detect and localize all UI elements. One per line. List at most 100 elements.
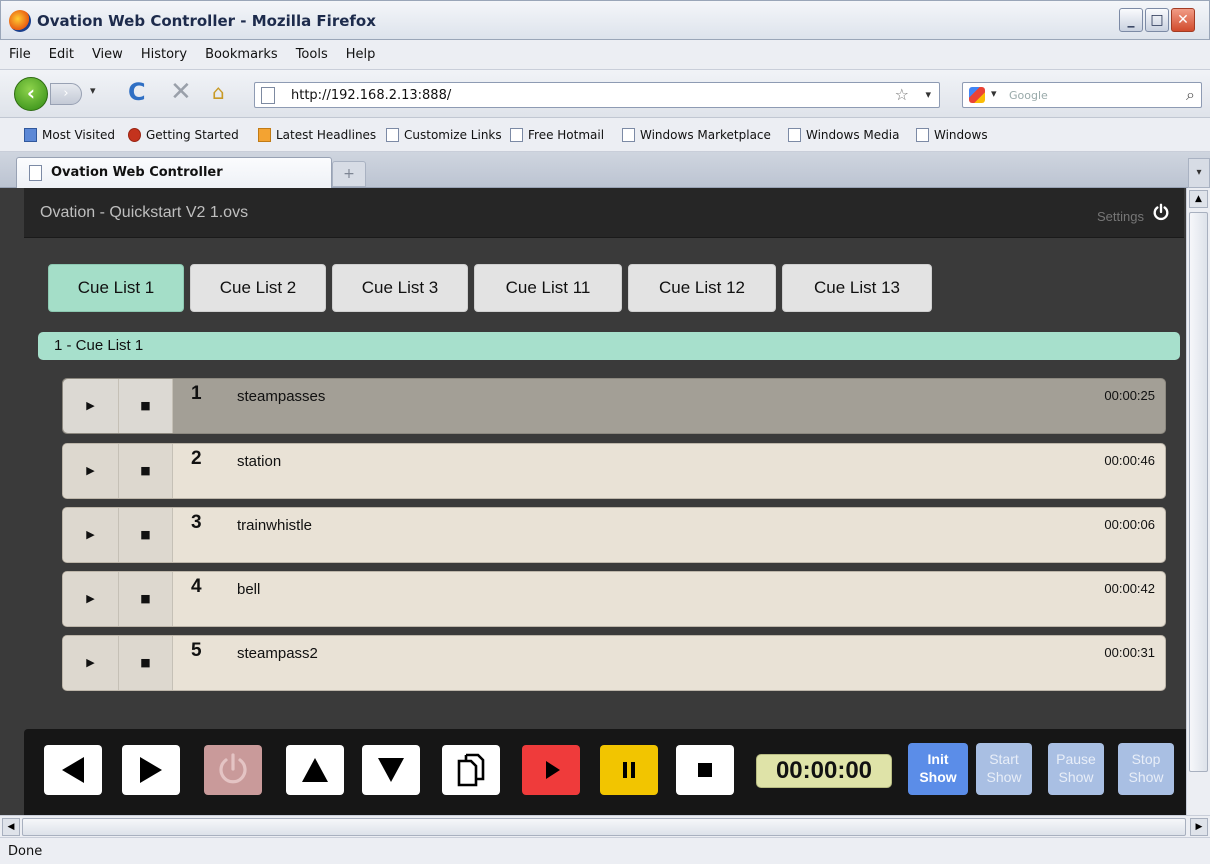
cue-duration: 00:00:06 <box>1104 517 1155 532</box>
cue-row[interactable]: ▶ ■ 3 trainwhistle 00:00:06 <box>62 507 1166 563</box>
cue-play-button[interactable]: ▶ <box>63 572 119 626</box>
vertical-scroll-thumb[interactable] <box>1189 212 1208 772</box>
init-show-button[interactable]: Init Show <box>908 743 968 795</box>
tab-cue-list-1[interactable]: Cue List 1 <box>48 264 184 312</box>
home-button[interactable]: ⌂ <box>212 80 225 104</box>
scroll-up-icon[interactable]: ▲ <box>1189 190 1208 208</box>
previous-cue-list-button[interactable] <box>44 745 102 795</box>
tab-bar: Ovation Web Controller + ▾ <box>0 152 1210 188</box>
cue-stop-button[interactable]: ■ <box>119 508 173 562</box>
search-engine-dropdown-icon[interactable]: ▾ <box>991 87 997 100</box>
bookmark-customize-links[interactable]: Customize Links <box>386 128 502 142</box>
cue-stop-button[interactable]: ■ <box>119 444 173 498</box>
cue-stop-button[interactable]: ■ <box>119 379 173 433</box>
power-icon[interactable] <box>1152 203 1170 221</box>
cue-number: 5 <box>191 640 202 661</box>
url-text[interactable]: http://192.168.2.13:888/ <box>291 88 451 103</box>
show-title: Ovation - Quickstart V2 1.ovs <box>40 204 249 221</box>
bookmarks-bar: Most Visited Getting Started Latest Head… <box>0 118 1210 152</box>
page-icon <box>261 87 275 104</box>
tab-list-dropdown-icon[interactable]: ▾ <box>1188 158 1210 188</box>
tab-cue-list-12[interactable]: Cue List 12 <box>628 264 776 312</box>
close-button[interactable]: ✕ <box>1171 8 1195 32</box>
menu-history[interactable]: History <box>132 40 196 62</box>
pause-show-button[interactable]: Pause Show <box>1048 743 1104 795</box>
maximize-button[interactable]: □ <box>1145 8 1169 32</box>
search-icon[interactable]: ⌕ <box>1186 85 1195 105</box>
menu-help[interactable]: Help <box>337 40 385 62</box>
menu-view[interactable]: View <box>83 40 132 62</box>
app-header: Ovation - Quickstart V2 1.ovs Settings <box>24 188 1184 238</box>
cue-name: station <box>237 453 282 470</box>
bookmark-windows-marketplace[interactable]: Windows Marketplace <box>622 128 771 142</box>
timer-display: 00:00:00 <box>756 754 892 788</box>
search-placeholder[interactable]: Google <box>1009 89 1048 102</box>
page-icon <box>622 128 635 142</box>
menu-file[interactable]: File <box>0 40 40 62</box>
next-cue-list-button[interactable] <box>122 745 180 795</box>
bookmark-most-visited[interactable]: Most Visited <box>24 128 115 142</box>
cue-stop-button[interactable]: ■ <box>119 572 173 626</box>
duplicate-button[interactable] <box>442 745 500 795</box>
page-icon <box>510 128 523 142</box>
google-icon[interactable] <box>969 87 985 103</box>
scroll-left-icon[interactable]: ◀ <box>2 818 20 836</box>
reload-button[interactable]: C <box>128 78 146 106</box>
page-icon <box>386 128 399 142</box>
stop-button[interactable] <box>676 745 734 795</box>
tab-cue-list-13[interactable]: Cue List 13 <box>782 264 932 312</box>
cue-play-button[interactable]: ▶ <box>63 379 119 433</box>
tab-cue-list-11[interactable]: Cue List 11 <box>474 264 622 312</box>
stop-show-button[interactable]: Stop Show <box>1118 743 1174 795</box>
play-button[interactable] <box>522 745 580 795</box>
minimize-button[interactable]: _ <box>1119 8 1143 32</box>
forward-button[interactable]: › <box>50 83 82 105</box>
url-dropdown-icon[interactable]: ▾ <box>925 88 931 101</box>
tab-cue-list-2[interactable]: Cue List 2 <box>190 264 326 312</box>
new-tab-button[interactable]: + <box>332 161 366 187</box>
bookmark-windows-media[interactable]: Windows Media <box>788 128 899 142</box>
bookmark-latest-headlines[interactable]: Latest Headlines <box>258 128 376 142</box>
horizontal-scroll-thumb[interactable] <box>22 818 1186 836</box>
cue-stop-button[interactable]: ■ <box>119 636 173 690</box>
menu-edit[interactable]: Edit <box>40 40 83 62</box>
back-button[interactable]: ‹ <box>14 77 48 111</box>
rss-icon <box>258 128 271 142</box>
bookmark-getting-started[interactable]: Getting Started <box>128 128 239 142</box>
cue-row[interactable]: ▶ ■ 4 bell 00:00:42 <box>62 571 1166 627</box>
start-show-button[interactable]: Start Show <box>976 743 1032 795</box>
cue-duration: 00:00:31 <box>1104 645 1155 660</box>
cue-row[interactable]: ▶ ■ 2 station 00:00:46 <box>62 443 1166 499</box>
bookmark-windows[interactable]: Windows <box>916 128 988 142</box>
bookmark-star-icon[interactable]: ☆ <box>895 85 909 104</box>
cue-row[interactable]: ▶ ■ 5 steampass2 00:00:31 <box>62 635 1166 691</box>
scroll-right-icon[interactable]: ▶ <box>1190 818 1208 836</box>
previous-cue-button[interactable] <box>286 745 344 795</box>
tab-ovation-web-controller[interactable]: Ovation Web Controller <box>16 157 332 188</box>
cue-row[interactable]: ▶ ■ 1 steampasses 00:00:25 <box>62 378 1166 434</box>
page-icon <box>29 165 42 181</box>
menu-tools[interactable]: Tools <box>287 40 337 62</box>
tab-cue-list-3[interactable]: Cue List 3 <box>332 264 468 312</box>
stop-button[interactable]: ✕ <box>170 77 192 107</box>
firefox-icon <box>128 128 141 142</box>
vertical-scrollbar[interactable]: ▲ <box>1186 188 1210 815</box>
menu-bookmarks[interactable]: Bookmarks <box>196 40 287 62</box>
cue-play-button[interactable]: ▶ <box>63 508 119 562</box>
cue-play-button[interactable]: ▶ <box>63 636 119 690</box>
next-cue-button[interactable] <box>362 745 420 795</box>
bookmark-free-hotmail[interactable]: Free Hotmail <box>510 128 604 142</box>
horizontal-scrollbar[interactable]: ◀ ▶ <box>0 815 1210 837</box>
search-box[interactable]: ▾ Google ⌕ <box>962 82 1202 108</box>
pause-button[interactable] <box>600 745 658 795</box>
power-button[interactable] <box>204 745 262 795</box>
url-bar[interactable]: http://192.168.2.13:888/ ☆ ▾ <box>254 82 940 108</box>
cue-duration: 00:00:42 <box>1104 581 1155 596</box>
cue-name: steampass2 <box>237 645 318 662</box>
history-dropdown-icon[interactable]: ▾ <box>90 84 96 97</box>
status-bar: Done <box>0 837 1210 864</box>
page-icon <box>788 128 801 142</box>
settings-link[interactable]: Settings <box>1097 209 1144 224</box>
cue-play-button[interactable]: ▶ <box>63 444 119 498</box>
transport-toolbar: 00:00:00 Init Show Start Show Pause Show St… <box>24 729 1186 815</box>
